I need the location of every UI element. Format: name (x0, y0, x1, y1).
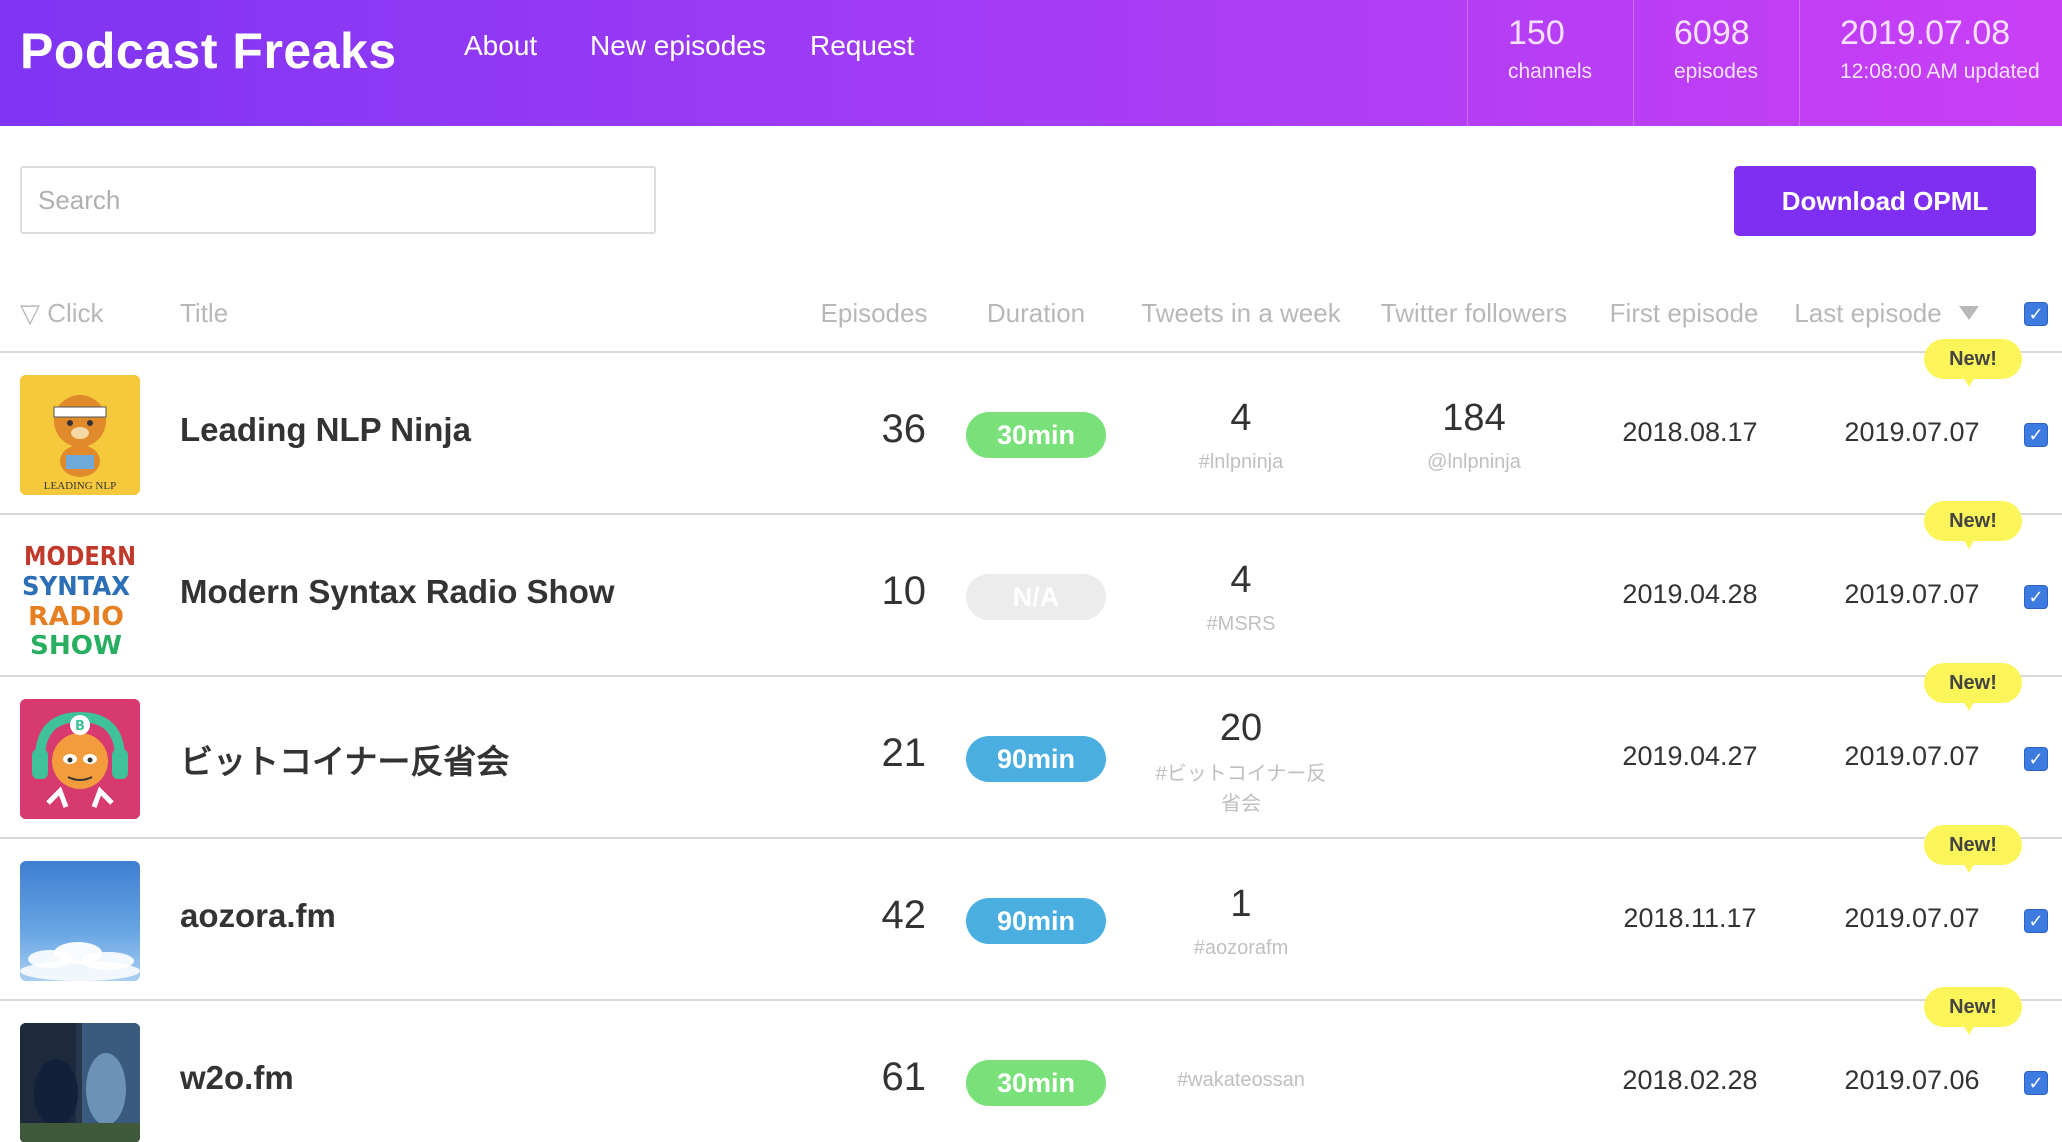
sort-desc-icon[interactable] (1959, 306, 1979, 320)
last-episode-date: 2019.07.07 (1844, 903, 1980, 933)
episode-count: 42 (881, 893, 927, 937)
new-badge: New! (1924, 825, 2022, 873)
select-all-checkbox[interactable]: ✓ (2024, 302, 2048, 326)
table-row[interactable]: LEADING NLP New! Leading NLP Ninja 36 30… (0, 339, 2062, 515)
stat-updated-date: 2019.07.08 (1840, 14, 2011, 52)
msrs-logo-line: MODERN (24, 542, 136, 572)
nav-about[interactable]: About (464, 30, 537, 62)
duration-badge: 30min (966, 412, 1106, 458)
row-checkbox[interactable]: ✓ (2024, 1071, 2048, 1095)
sky-clouds-icon (20, 861, 140, 981)
table-row[interactable]: New! w2o.fm 61 30min #wakateossan 2018.0… (0, 987, 2062, 1142)
duration-badge: 90min (966, 898, 1106, 944)
column-tweets[interactable]: Tweets in a week (1141, 298, 1340, 329)
stat-channels-value: 150 (1508, 14, 1565, 52)
msrs-logo-line: SYNTAX (22, 572, 130, 602)
stat-updated: 2019.07.08 12:08:00 AM updated (1799, 0, 2062, 126)
episode-count: 10 (881, 569, 927, 613)
msrs-logo-line: SHOW (30, 631, 122, 657)
people-photo-icon (20, 1023, 140, 1142)
first-episode-date: 2018.08.17 (1622, 417, 1758, 447)
hashtag-link[interactable]: #wakateossan (1177, 1069, 1305, 1092)
duration-badge: 30min (966, 1060, 1106, 1106)
new-badge: New! (1924, 663, 2022, 711)
follower-count: 184 (1442, 397, 1506, 439)
tweet-count: 4 (1230, 397, 1252, 439)
podcast-title[interactable]: w2o.fm (180, 1059, 294, 1097)
stat-channels-label: channels (1508, 60, 1593, 83)
row-checkbox[interactable]: ✓ (2024, 909, 2048, 933)
column-first-episode[interactable]: First episode (1610, 298, 1759, 329)
bitcoiner-icon: B (20, 699, 140, 819)
tweet-count: 20 (1219, 707, 1263, 749)
hashtag-link[interactable]: #ビットコイナー反省会 (1149, 759, 1333, 819)
search-input[interactable] (20, 166, 656, 234)
nav-request[interactable]: Request (810, 30, 914, 62)
podcast-title[interactable]: ビットコイナー反省会 (180, 735, 509, 783)
episode-count: 36 (881, 407, 927, 451)
stat-updated-time: 12:08:00 AM updated (1840, 60, 2040, 83)
twitter-handle-link[interactable]: @lnlpninja (1427, 451, 1521, 474)
tweet-count: 4 (1230, 559, 1252, 601)
hashtag-link[interactable]: #lnlpninja (1199, 451, 1284, 474)
podcast-title[interactable]: Leading NLP Ninja (180, 411, 471, 449)
first-episode-date: 2018.02.28 (1622, 1065, 1758, 1095)
column-duration[interactable]: Duration (987, 298, 1085, 329)
brand-logo[interactable]: Podcast Freaks (20, 22, 397, 80)
duration-badge: N/A (966, 574, 1106, 620)
podcast-title[interactable]: Modern Syntax Radio Show (180, 573, 615, 611)
last-episode-date: 2019.07.06 (1844, 1065, 1980, 1095)
column-title[interactable]: Title (180, 298, 228, 329)
stat-episodes: 6098 episodes (1633, 0, 1799, 126)
column-followers[interactable]: Twitter followers (1381, 298, 1567, 329)
new-badge: New! (1924, 339, 2022, 387)
table-row[interactable]: New! aozora.fm 42 90min 1 #aozorafm 2018… (0, 825, 2062, 1001)
row-checkbox[interactable]: ✓ (2024, 585, 2048, 609)
column-click-sort[interactable]: ▽ Click (20, 298, 104, 329)
hashtag-link[interactable]: #MSRS (1207, 613, 1276, 636)
top-header: Podcast Freaks About New episodes Reques… (0, 0, 2062, 126)
table-row[interactable]: MODERN SYNTAX RADIO SHOW New! Modern Syn… (0, 501, 2062, 677)
svg-text:LEADING NLP: LEADING NLP (44, 480, 116, 492)
column-episodes[interactable]: Episodes (821, 298, 928, 329)
duration-badge: 90min (966, 736, 1106, 782)
new-badge: New! (1924, 987, 2022, 1035)
stat-channels: 150 channels (1467, 0, 1633, 126)
column-last-episode[interactable]: Last episode (1794, 298, 1941, 329)
episode-count: 21 (881, 731, 927, 775)
nav-new-episodes[interactable]: New episodes (590, 30, 766, 62)
first-episode-date: 2019.04.28 (1622, 579, 1758, 609)
hashtag-link[interactable]: #aozorafm (1194, 937, 1289, 960)
download-opml-button[interactable]: Download OPML (1734, 166, 2036, 236)
last-episode-date: 2019.07.07 (1844, 741, 1980, 771)
msrs-logo-line: RADIO (28, 602, 124, 632)
podcast-title[interactable]: aozora.fm (180, 897, 336, 935)
msrs-logo: MODERN SYNTAX RADIO SHOW (20, 537, 140, 657)
table-row[interactable]: B New! ビットコイナー反省会 21 90min 20 #ビットコイナー反省… (0, 663, 2062, 839)
last-episode-date: 2019.07.07 (1844, 579, 1980, 609)
new-badge: New! (1924, 501, 2022, 549)
stat-episodes-value: 6098 (1674, 14, 1750, 52)
row-checkbox[interactable]: ✓ (2024, 747, 2048, 771)
row-checkbox[interactable]: ✓ (2024, 423, 2048, 447)
first-episode-date: 2019.04.27 (1622, 741, 1758, 771)
episode-count: 61 (881, 1055, 927, 1099)
first-episode-date: 2018.11.17 (1623, 903, 1757, 933)
tweet-count: 1 (1230, 883, 1252, 925)
stat-episodes-label: episodes (1674, 60, 1759, 83)
ninja-bear-icon: LEADING NLP (20, 375, 140, 495)
last-episode-date: 2019.07.07 (1844, 417, 1980, 447)
svg-text:B: B (75, 719, 85, 734)
